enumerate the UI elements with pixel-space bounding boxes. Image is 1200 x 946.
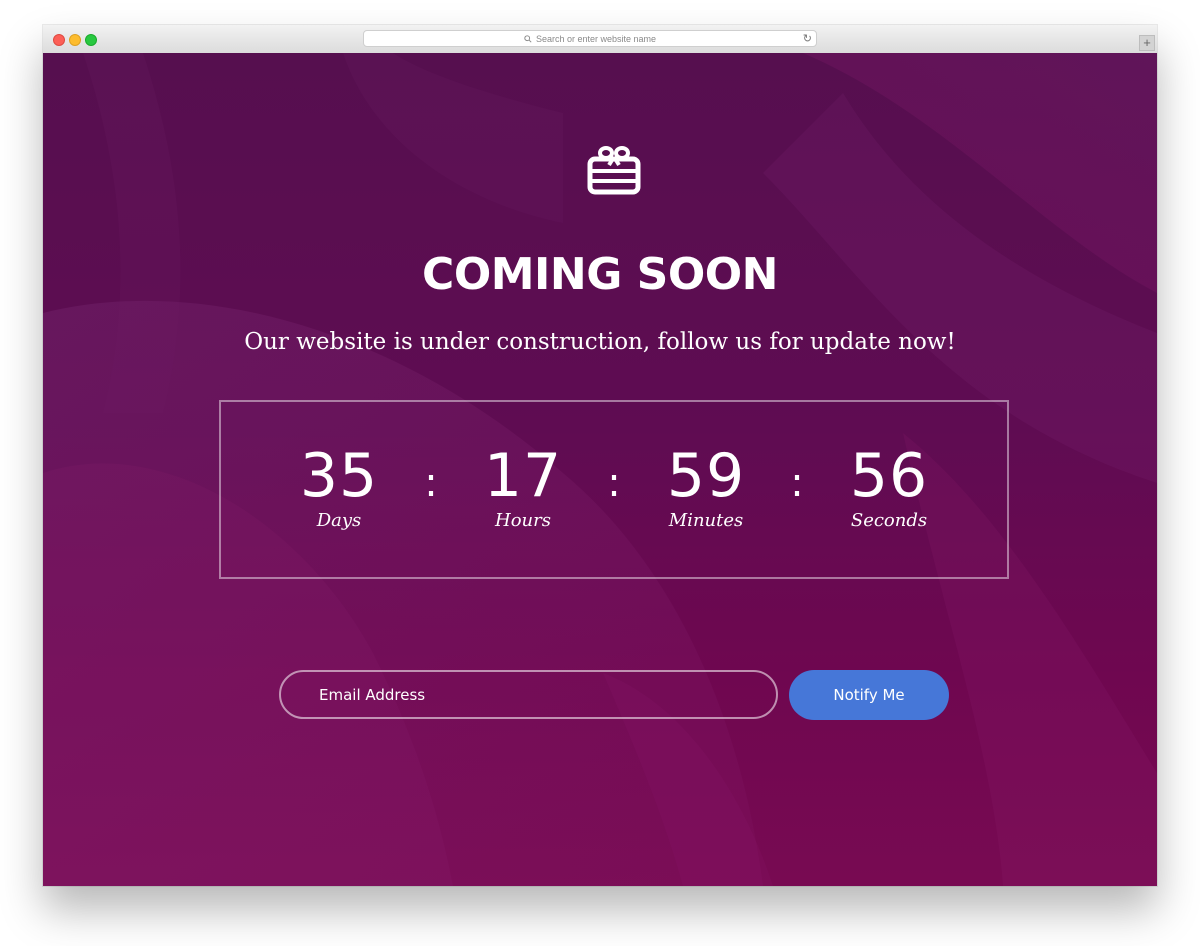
countdown-hours: 17 Hours: [453, 446, 593, 531]
minimize-window-button[interactable]: [69, 34, 81, 46]
countdown-separator: :: [607, 460, 621, 506]
close-window-button[interactable]: [53, 34, 65, 46]
search-icon: [524, 34, 532, 43]
days-label: Days: [316, 510, 362, 531]
gift-box-icon: [587, 146, 641, 195]
seconds-value: 56: [849, 441, 929, 511]
countdown-days: 35 Days: [269, 446, 409, 531]
hours-value: 17: [483, 441, 563, 511]
countdown-seconds: 56 Seconds: [819, 446, 959, 531]
reload-icon[interactable]: ↻: [803, 32, 812, 46]
notify-me-button[interactable]: Notify Me: [789, 670, 949, 720]
minutes-value: 59: [666, 441, 746, 511]
new-tab-button[interactable]: +: [1139, 35, 1155, 51]
coming-soon-page: COMING SOON Our website is under constru…: [43, 53, 1157, 886]
email-input[interactable]: [279, 670, 778, 719]
countdown-timer: 35 Days : 17 Hours : 59 Minutes : 56 Sec…: [219, 400, 1009, 579]
browser-window: Search or enter website name ↻ + COMING …: [43, 25, 1157, 886]
browser-titlebar: Search or enter website name ↻ +: [43, 25, 1157, 54]
page-subtitle: Our website is under construction, follo…: [244, 329, 956, 355]
address-bar[interactable]: Search or enter website name ↻: [363, 30, 817, 47]
seconds-label: Seconds: [850, 510, 928, 531]
hours-label: Hours: [495, 510, 551, 531]
countdown-minutes: 59 Minutes: [636, 446, 776, 531]
minutes-label: Minutes: [668, 510, 744, 531]
days-value: 35: [299, 441, 379, 511]
countdown-separator: :: [790, 460, 804, 506]
countdown-separator: :: [424, 460, 438, 506]
page-title: COMING SOON: [422, 249, 778, 300]
maximize-window-button[interactable]: [85, 34, 97, 46]
address-placeholder: Search or enter website name: [535, 33, 657, 44]
